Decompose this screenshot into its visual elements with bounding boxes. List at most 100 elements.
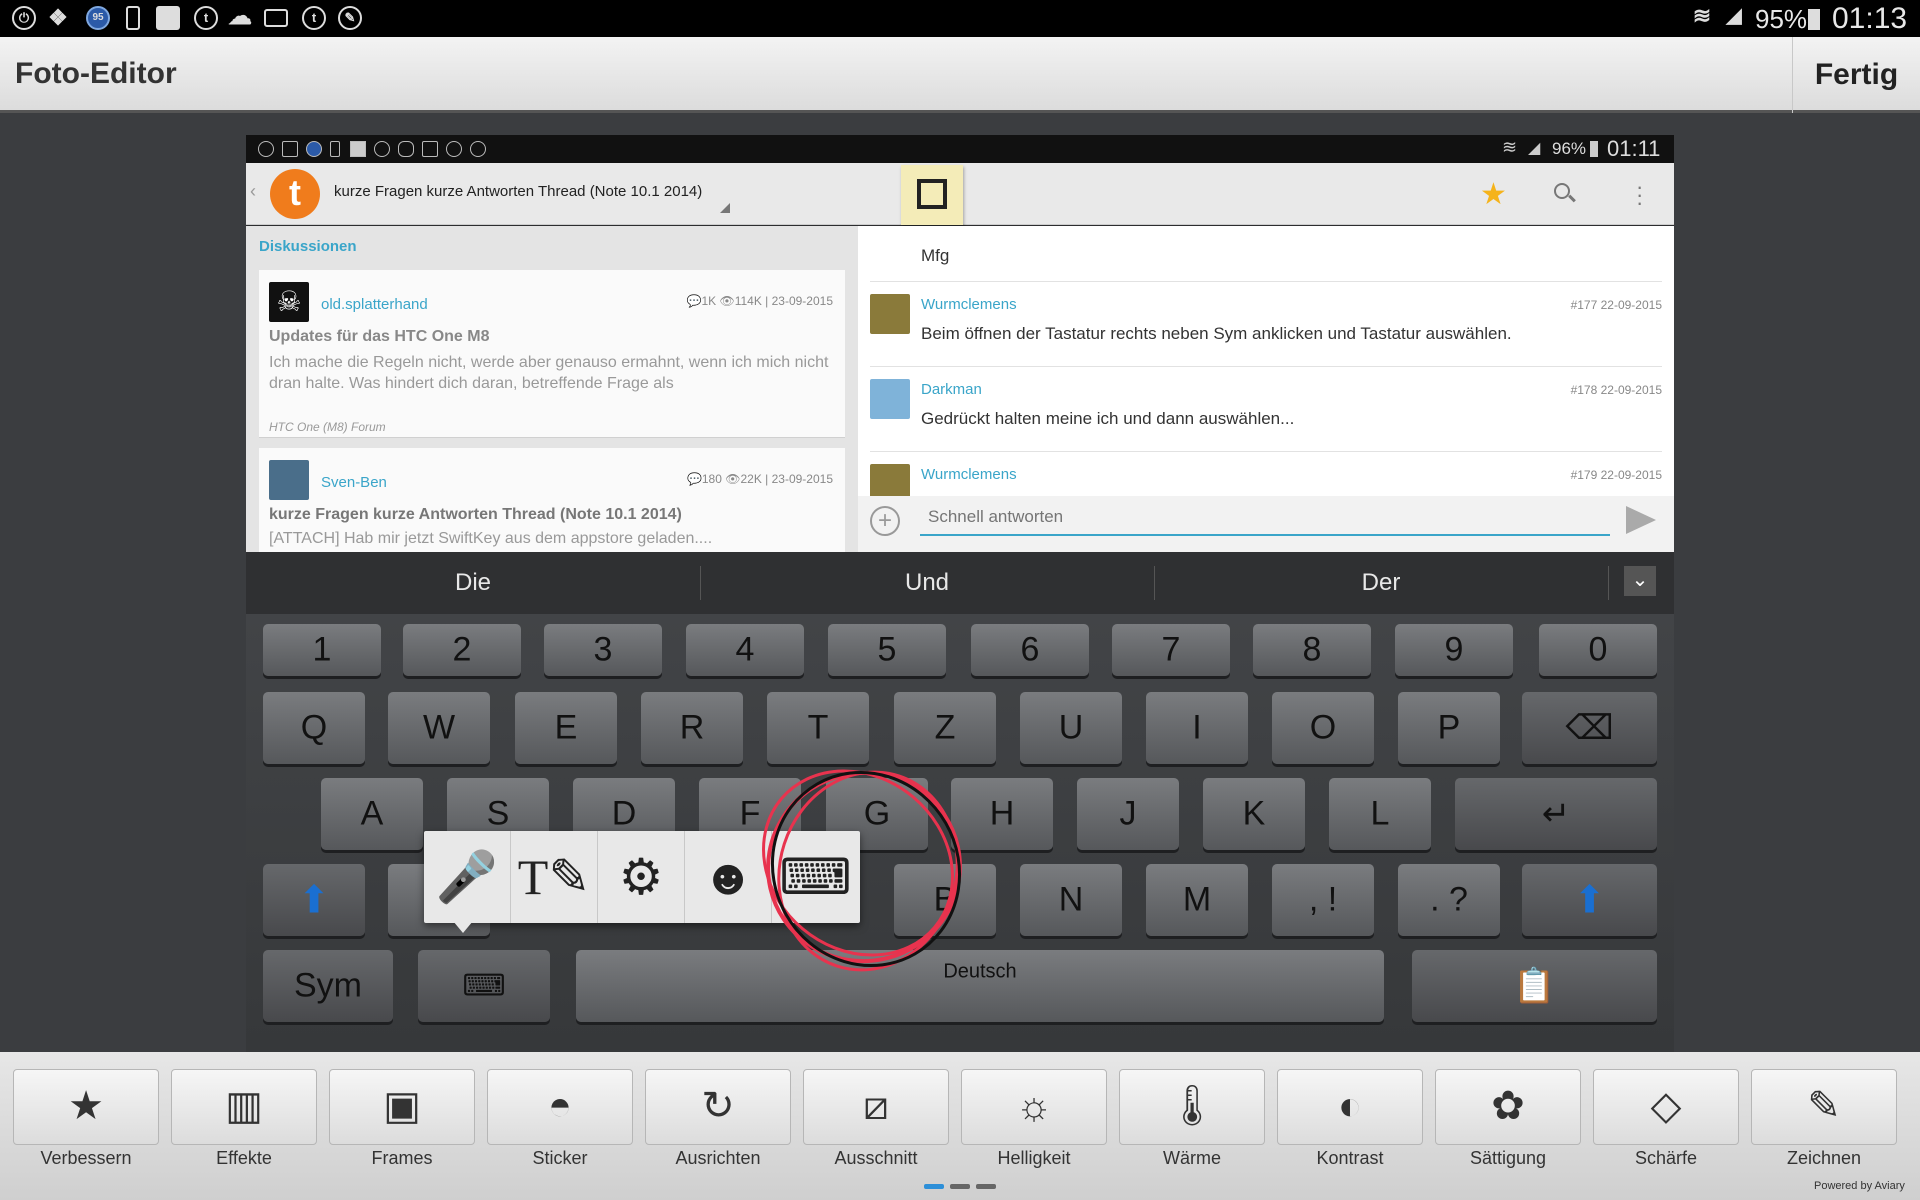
key-l[interactable]: L bbox=[1329, 778, 1431, 850]
post-user[interactable]: Wurmclemens bbox=[921, 466, 1017, 483]
thread-title[interactable]: kurze Fragen kurze Antworten Thread (Not… bbox=[334, 183, 702, 200]
post-user[interactable]: Wurmclemens bbox=[921, 296, 1017, 313]
key-h[interactable]: H bbox=[951, 778, 1053, 850]
tool-saettigung[interactable]: ✿ bbox=[1435, 1069, 1581, 1145]
done-button[interactable]: Fertig bbox=[1792, 37, 1920, 113]
overflow-menu-icon[interactable]: · · · bbox=[1636, 176, 1643, 214]
key-e[interactable]: E bbox=[515, 692, 617, 764]
list-item-user[interactable]: Sven-Ben bbox=[321, 474, 387, 491]
suggestion-1[interactable]: Die bbox=[246, 552, 700, 614]
avatar: ☠ bbox=[269, 282, 309, 322]
page-indicator-active bbox=[924, 1184, 944, 1189]
key-comma[interactable]: , ! bbox=[1272, 864, 1374, 936]
list-item[interactable]: ☠ old.splatterhand 💬1K 👁114K | 23-09-201… bbox=[259, 270, 845, 438]
avatar bbox=[870, 379, 910, 419]
inner-compass-icon bbox=[470, 141, 486, 157]
thermometer-icon: 🌡 bbox=[1166, 1084, 1218, 1128]
inner-mail-icon bbox=[422, 141, 438, 157]
contrast-icon: ◐ bbox=[1337, 1084, 1363, 1128]
tool-ausrichten[interactable]: ↻ bbox=[645, 1069, 791, 1145]
tool-effekte[interactable]: ▥ bbox=[171, 1069, 317, 1145]
brightness-icon: ☼ bbox=[1015, 1084, 1053, 1128]
settings-icon[interactable]: ⚙ bbox=[598, 831, 685, 923]
chevron-down-icon[interactable]: ⌄ bbox=[1624, 566, 1656, 596]
divider bbox=[1608, 566, 1609, 600]
shift-left-key[interactable]: ⬆ bbox=[263, 864, 365, 936]
suggestion-3[interactable]: Der bbox=[1154, 552, 1608, 614]
key-w[interactable]: W bbox=[388, 692, 490, 764]
key-8[interactable]: 8 bbox=[1253, 624, 1371, 676]
key-5[interactable]: 5 bbox=[828, 624, 946, 676]
key-period[interactable]: . ? bbox=[1398, 864, 1500, 936]
enter-key[interactable]: ↵ bbox=[1455, 778, 1657, 850]
key-2[interactable]: 2 bbox=[403, 624, 521, 676]
key-3[interactable]: 3 bbox=[544, 624, 662, 676]
key-6[interactable]: 6 bbox=[971, 624, 1089, 676]
post: Darkman #178 22-09-2015 Gedrückt halten … bbox=[870, 366, 1662, 451]
key-u[interactable]: U bbox=[1020, 692, 1122, 764]
photo-canvas[interactable]: ≋ ◢ 96% 01:11 ‹ t kurze Fragen kurze Ant… bbox=[246, 135, 1674, 1052]
tool-ausschnitt[interactable]: ⧄ bbox=[803, 1069, 949, 1145]
key-k[interactable]: K bbox=[1203, 778, 1305, 850]
key-p[interactable]: P bbox=[1398, 692, 1500, 764]
key-t[interactable]: T bbox=[767, 692, 869, 764]
tool-frames[interactable]: ▣ bbox=[329, 1069, 475, 1145]
inner-battery-icon bbox=[1590, 141, 1598, 157]
tool-helligkeit[interactable]: ☼ bbox=[961, 1069, 1107, 1145]
key-9[interactable]: 9 bbox=[1395, 624, 1513, 676]
key-7[interactable]: 7 bbox=[1112, 624, 1230, 676]
tool-waerme[interactable]: 🌡 bbox=[1119, 1069, 1265, 1145]
sticker-note[interactable] bbox=[901, 165, 963, 225]
send-icon[interactable] bbox=[1626, 506, 1656, 534]
tapatalk-logo: t bbox=[270, 169, 320, 219]
key-z[interactable]: Z bbox=[894, 692, 996, 764]
inner-tapatalk-icon-2 bbox=[446, 141, 462, 157]
back-chevron-icon[interactable]: ‹ bbox=[250, 181, 256, 202]
rotate-icon: ↻ bbox=[701, 1084, 735, 1128]
mail-icon bbox=[264, 9, 288, 27]
emoji-icon[interactable]: ☻ bbox=[685, 831, 772, 923]
status-bar: ⏻ ❖ 95 t ☁ t ✎ ≋ ◢ 95% 01:13 bbox=[0, 0, 1920, 37]
backspace-key[interactable]: ⌫ bbox=[1522, 692, 1657, 764]
tool-label: Helligkeit bbox=[997, 1148, 1071, 1168]
key-o[interactable]: O bbox=[1272, 692, 1374, 764]
suggestion-2[interactable]: Und bbox=[700, 552, 1154, 614]
microphone-icon[interactable]: 🎤 bbox=[424, 831, 511, 923]
key-i[interactable]: I bbox=[1146, 692, 1248, 764]
key-q[interactable]: Q bbox=[263, 692, 365, 764]
inner-clock: 01:11 bbox=[1607, 136, 1661, 161]
list-item[interactable]: Sven-Ben 💬180 👁22K | 23-09-2015 kurze Fr… bbox=[259, 448, 845, 558]
post-user[interactable]: Darkman bbox=[921, 381, 982, 398]
keyboard-icon[interactable]: ⌨ bbox=[772, 831, 859, 923]
inner-flipboard-icon bbox=[350, 141, 366, 157]
handwriting-icon[interactable]: T✎ bbox=[511, 831, 598, 923]
keyboard-options-key[interactable]: ⌨ bbox=[418, 950, 550, 1022]
sym-key[interactable]: Sym bbox=[263, 950, 393, 1022]
space-key[interactable]: Deutsch bbox=[576, 950, 1384, 1022]
key-b[interactable]: B bbox=[894, 864, 996, 936]
dropbox-icon: ❖ bbox=[48, 5, 68, 30]
star-icon[interactable]: ★ bbox=[1480, 177, 1507, 212]
reply-bar: + bbox=[858, 496, 1674, 552]
tool-kontrast[interactable]: ◐ bbox=[1277, 1069, 1423, 1145]
key-0[interactable]: 0 bbox=[1539, 624, 1657, 676]
key-r[interactable]: R bbox=[641, 692, 743, 764]
tool-schaerfe[interactable]: ◇ bbox=[1593, 1069, 1739, 1145]
add-attachment-icon[interactable]: + bbox=[870, 506, 900, 536]
key-a[interactable]: A bbox=[321, 778, 423, 850]
tool-zeichnen[interactable]: ✎ bbox=[1751, 1069, 1897, 1145]
wifi-icon: ≋ bbox=[1692, 3, 1712, 28]
inner-tapatalk-icon bbox=[374, 141, 390, 157]
key-n[interactable]: N bbox=[1020, 864, 1122, 936]
quick-reply-input[interactable] bbox=[920, 500, 1610, 536]
clipboard-key[interactable]: 📋 bbox=[1412, 950, 1657, 1022]
key-1[interactable]: 1 bbox=[263, 624, 381, 676]
inner-cloud-icon bbox=[398, 141, 414, 157]
key-m[interactable]: M bbox=[1146, 864, 1248, 936]
list-item-user[interactable]: old.splatterhand bbox=[321, 296, 428, 313]
shift-right-key[interactable]: ⬆ bbox=[1522, 864, 1657, 936]
key-j[interactable]: J bbox=[1077, 778, 1179, 850]
key-4[interactable]: 4 bbox=[686, 624, 804, 676]
tool-verbessern[interactable]: ★ bbox=[13, 1069, 159, 1145]
tool-sticker[interactable]: ◓ bbox=[487, 1069, 633, 1145]
